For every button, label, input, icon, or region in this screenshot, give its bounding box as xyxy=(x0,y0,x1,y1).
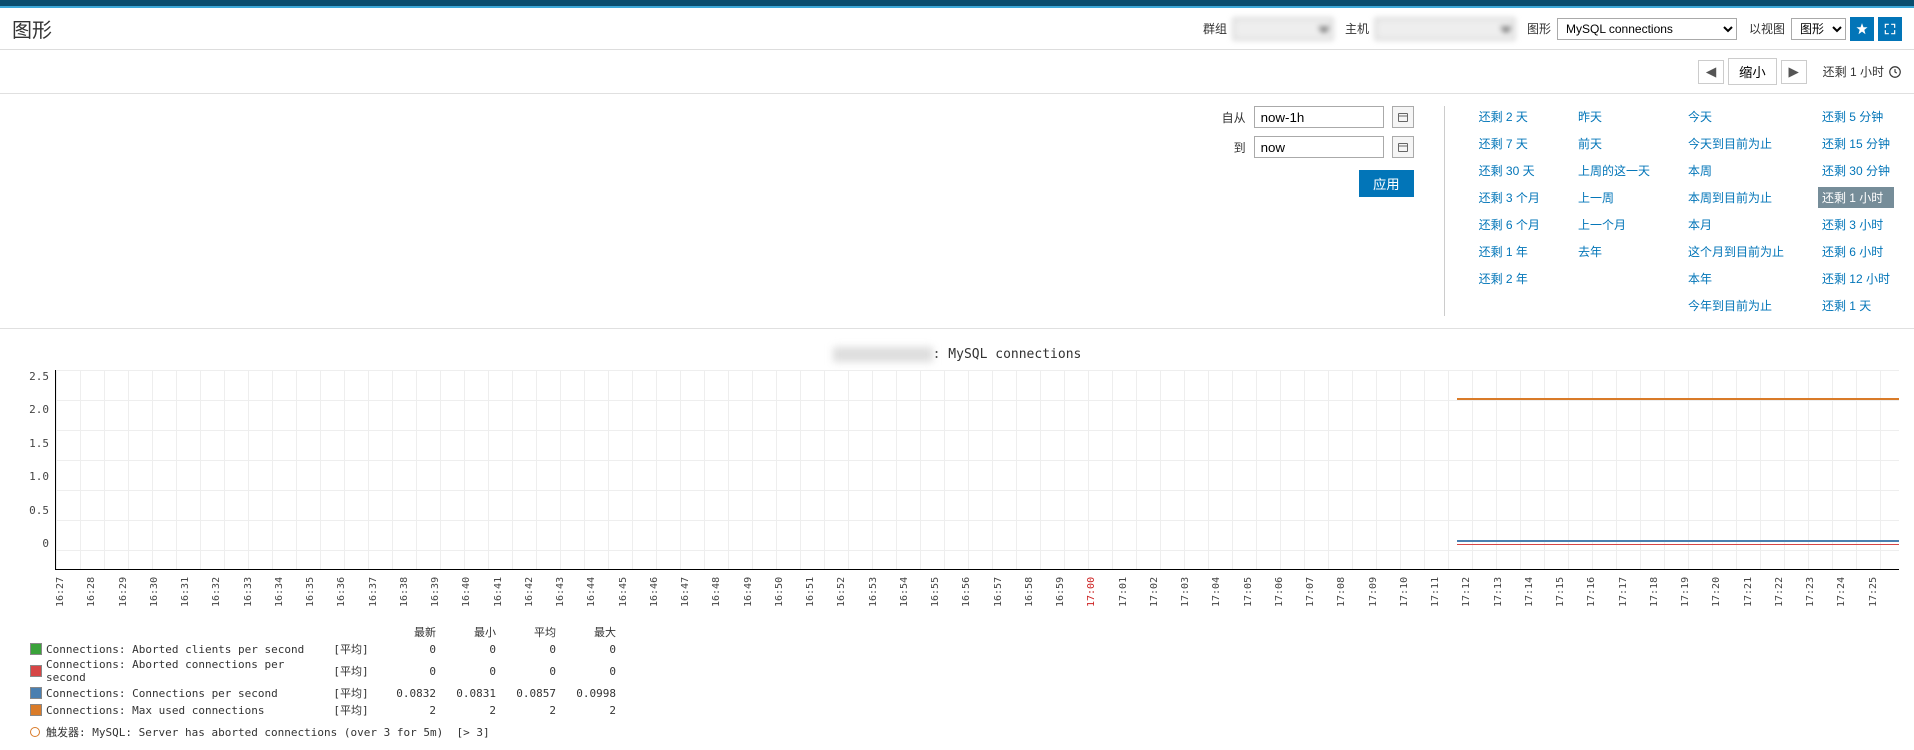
quick-range-link[interactable]: 还剩 5 分钟 xyxy=(1818,106,1894,127)
quick-range-link[interactable]: 本周到目前为止 xyxy=(1684,187,1788,208)
legend-row: Connections: Aborted clients per second[… xyxy=(30,641,1899,657)
quick-range-link[interactable]: 这个月到目前为止 xyxy=(1684,241,1788,262)
quick-range-link[interactable]: 还剩 1 天 xyxy=(1818,295,1894,316)
header-bar: 图形 群组 主机 图形 MySQL connections 以视图 图形 xyxy=(0,8,1914,50)
legend-row: Connections: Connections per second[平均]0… xyxy=(30,685,1899,701)
time-prev-button[interactable]: ◀ xyxy=(1698,60,1724,84)
quick-range-link[interactable]: 还剩 6 小时 xyxy=(1818,241,1894,262)
quick-range-link[interactable]: 还剩 30 分钟 xyxy=(1818,160,1894,181)
quick-range-link[interactable]: 还剩 3 个月 xyxy=(1475,187,1544,208)
x-axis: 16:2716:2816:2916:3016:3116:3216:3316:34… xyxy=(15,572,1899,612)
y-axis: 2.52.01.51.00.50 xyxy=(15,370,55,570)
filter-group-label: 群组 xyxy=(1203,20,1227,37)
current-range-label[interactable]: 还剩 1 小时 xyxy=(1823,63,1902,80)
top-accent-bar xyxy=(0,0,1914,8)
time-nav-bar: ◀ 缩小 ▶ 还剩 1 小时 xyxy=(0,50,1914,94)
quick-range-link[interactable]: 还剩 15 分钟 xyxy=(1818,133,1894,154)
to-calendar-button[interactable] xyxy=(1392,136,1414,158)
quick-range-link[interactable]: 本年 xyxy=(1684,268,1788,289)
quick-range-link[interactable]: 还剩 7 天 xyxy=(1475,133,1544,154)
quick-range-link[interactable]: 还剩 12 小时 xyxy=(1818,268,1894,289)
series-conn-per-sec xyxy=(1457,540,1899,542)
quick-range-link[interactable]: 前天 xyxy=(1574,133,1654,154)
series-aborted xyxy=(1457,544,1899,545)
quick-range-link[interactable]: 还剩 1 小时 xyxy=(1818,187,1894,208)
graph-select[interactable]: MySQL connections xyxy=(1557,18,1737,40)
trigger-row: 触发器: MySQL: Server has aborted connectio… xyxy=(30,724,1899,740)
calendar-icon xyxy=(1397,111,1409,123)
quick-range-link[interactable]: 去年 xyxy=(1574,241,1654,262)
quick-range-link[interactable]: 上一个月 xyxy=(1574,214,1654,235)
quick-range-link[interactable]: 上一周 xyxy=(1574,187,1654,208)
star-icon xyxy=(1855,22,1869,36)
from-calendar-button[interactable] xyxy=(1392,106,1414,128)
series-max-used xyxy=(1457,398,1899,400)
quick-range-link[interactable]: 今天 xyxy=(1684,106,1788,127)
quick-range-link[interactable]: 还剩 6 个月 xyxy=(1475,214,1544,235)
trigger-icon xyxy=(30,727,40,737)
from-label: 自从 xyxy=(1222,109,1246,126)
chart-title: : MySQL connections xyxy=(15,347,1899,362)
host-select[interactable] xyxy=(1375,18,1515,40)
legend-row: Connections: Aborted connections per sec… xyxy=(30,658,1899,684)
favorite-button[interactable] xyxy=(1850,17,1874,41)
from-input[interactable] xyxy=(1254,106,1384,128)
quick-range-link[interactable]: 本周 xyxy=(1684,160,1788,181)
fullscreen-button[interactable] xyxy=(1878,17,1902,41)
to-input[interactable] xyxy=(1254,136,1384,158)
filter-view-label: 以视图 xyxy=(1749,20,1785,37)
page-title: 图形 xyxy=(12,14,52,43)
apply-button[interactable]: 应用 xyxy=(1359,170,1414,197)
chart-legend: 最新 最小 平均 最大 Connections: Aborted clients… xyxy=(15,624,1899,740)
filter-graph-label: 图形 xyxy=(1527,20,1551,37)
to-label: 到 xyxy=(1234,139,1246,156)
group-select[interactable] xyxy=(1233,18,1333,40)
zoom-out-button[interactable]: 缩小 xyxy=(1728,58,1777,85)
quick-range-link[interactable]: 还剩 30 天 xyxy=(1475,160,1544,181)
quick-range-link[interactable]: 还剩 2 年 xyxy=(1475,268,1544,289)
quick-range-link[interactable]: 上周的这一天 xyxy=(1574,160,1654,181)
clock-icon xyxy=(1888,65,1902,79)
time-selector-panel: 自从 到 应用 还剩 2 天还剩 7 天还剩 30 天还剩 3 个月还剩 6 个… xyxy=(0,94,1914,329)
view-select[interactable]: 图形 xyxy=(1791,18,1846,40)
quick-range-link[interactable]: 今天到目前为止 xyxy=(1684,133,1788,154)
quick-range-link[interactable]: 本月 xyxy=(1684,214,1788,235)
quick-ranges: 还剩 2 天还剩 7 天还剩 30 天还剩 3 个月还剩 6 个月还剩 1 年还… xyxy=(1475,106,1894,316)
quick-range-link[interactable]: 还剩 3 小时 xyxy=(1818,214,1894,235)
expand-icon xyxy=(1883,22,1897,36)
legend-row: Connections: Max used connections[平均]222… xyxy=(30,702,1899,718)
quick-range-link[interactable]: 昨天 xyxy=(1574,106,1654,127)
quick-range-link[interactable]: 今年到目前为止 xyxy=(1684,295,1788,316)
chart-container: : MySQL connections 2.52.01.51.00.50 16:… xyxy=(0,337,1914,750)
quick-range-link[interactable]: 还剩 1 年 xyxy=(1475,241,1544,262)
chart-plot xyxy=(55,370,1899,570)
filter-host-label: 主机 xyxy=(1345,20,1369,37)
quick-range-link[interactable]: 还剩 2 天 xyxy=(1475,106,1544,127)
calendar-icon xyxy=(1397,141,1409,153)
panel-divider xyxy=(1444,106,1445,316)
time-next-button[interactable]: ▶ xyxy=(1781,60,1807,84)
